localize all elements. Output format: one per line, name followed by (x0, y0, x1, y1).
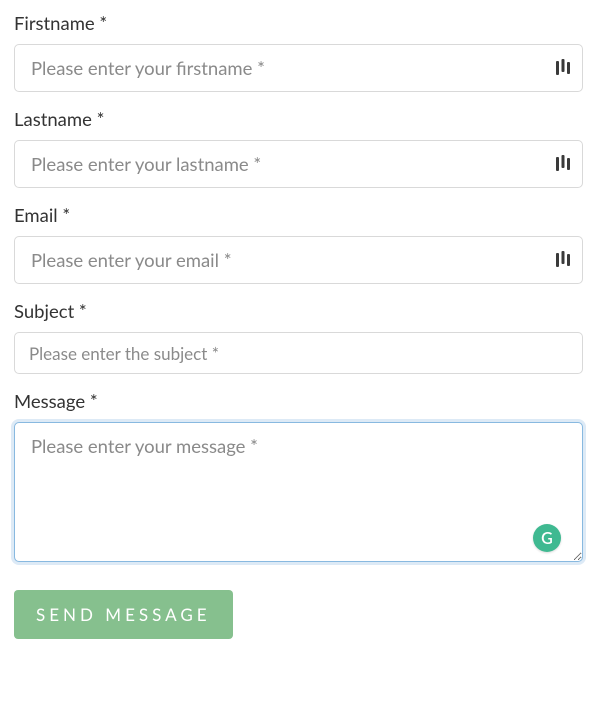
contact-form: Firstname * Lastname * Email * Subject * (14, 12, 583, 639)
message-input-wrap: G (14, 422, 583, 566)
firstname-input-wrap (14, 44, 583, 92)
message-field: Message * G (14, 390, 583, 566)
subject-input-wrap (14, 332, 583, 374)
lastname-field: Lastname * (14, 108, 583, 188)
firstname-field: Firstname * (14, 12, 583, 92)
email-label: Email * (14, 204, 583, 226)
email-input-wrap (14, 236, 583, 284)
email-input[interactable] (14, 236, 583, 284)
grammarly-letter: G (541, 529, 553, 548)
message-label: Message * (14, 390, 583, 412)
subject-input[interactable] (14, 332, 583, 374)
lastname-label: Lastname * (14, 108, 583, 130)
firstname-input[interactable] (14, 44, 583, 92)
email-field: Email * (14, 204, 583, 284)
firstname-label: Firstname * (14, 12, 583, 34)
grammarly-icon[interactable]: G (533, 524, 561, 552)
lastname-input-wrap (14, 140, 583, 188)
send-message-button[interactable]: SEND MESSAGE (14, 590, 233, 639)
subject-field: Subject * (14, 300, 583, 374)
subject-label: Subject * (14, 300, 583, 322)
message-textarea[interactable] (14, 422, 583, 562)
lastname-input[interactable] (14, 140, 583, 188)
